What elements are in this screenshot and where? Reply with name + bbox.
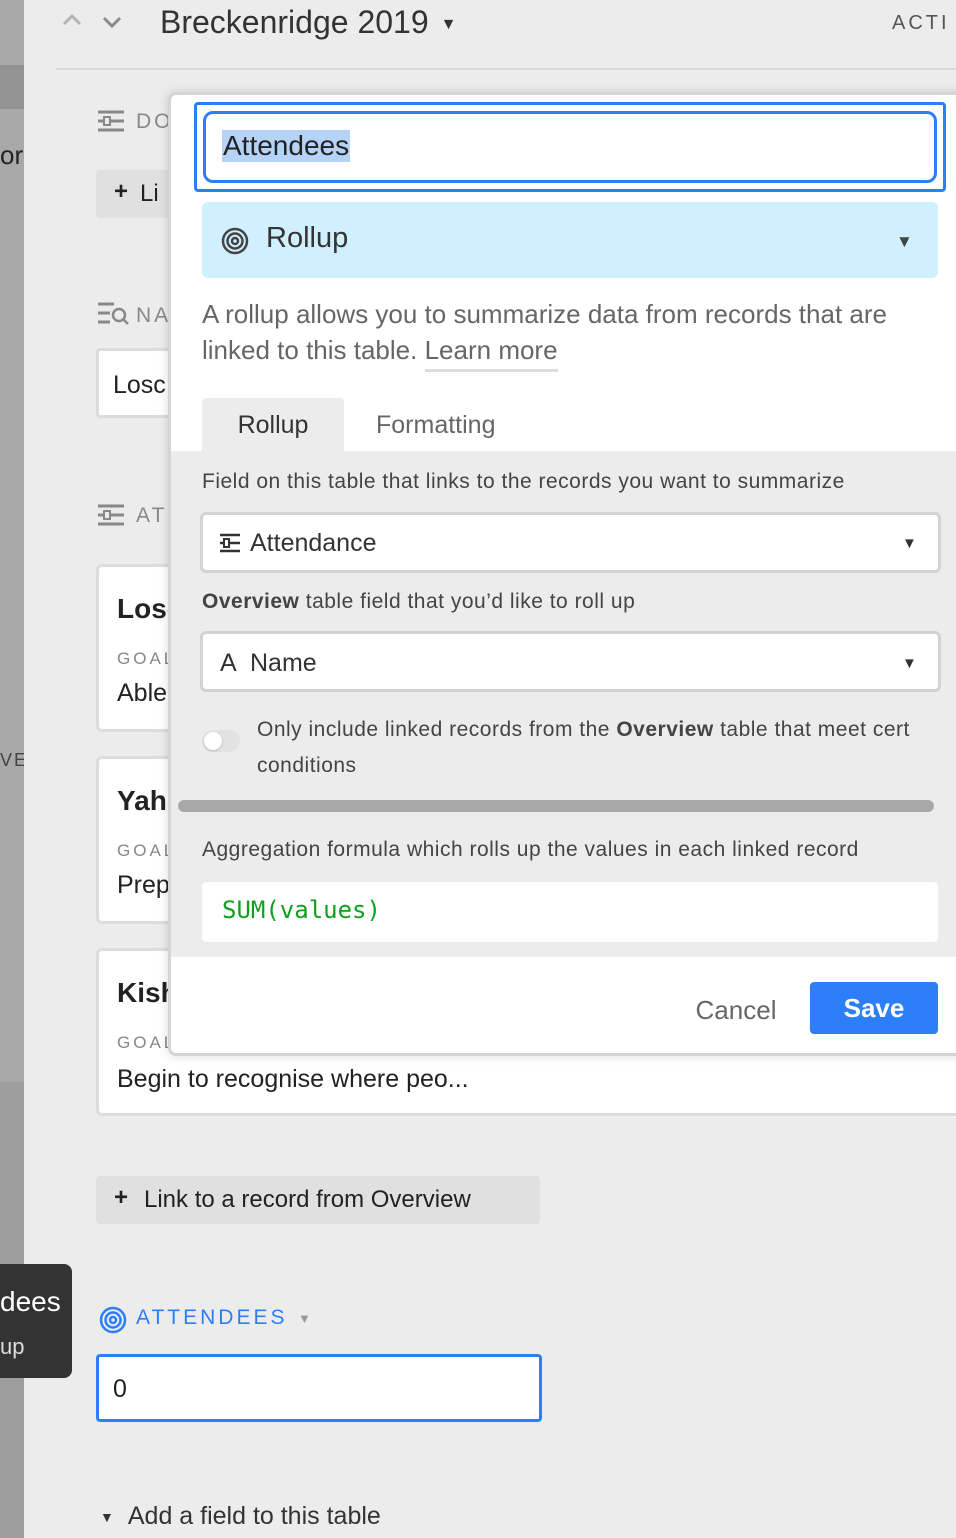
field-name-value: Attendees	[222, 130, 351, 162]
learn-more-link[interactable]: Learn more	[424, 335, 558, 372]
tooltip-title: dees	[0, 1286, 61, 1317]
record-title[interactable]: Breckenridge 2019 ▼	[160, 4, 456, 41]
chevron-down-icon[interactable]	[98, 8, 126, 43]
activity-tab[interactable]: ACTI	[892, 12, 950, 35]
caret-down-icon: ▼	[902, 535, 917, 552]
chevron-up-icon[interactable]	[58, 6, 86, 41]
link-record-button-label: Li	[140, 180, 159, 207]
cancel-button[interactable]: Cancel	[682, 986, 790, 1034]
rollup-field-label-rest: table field that you’d like to roll up	[299, 590, 636, 613]
text-field-icon: A	[220, 649, 237, 677]
plus-icon: +	[114, 178, 129, 205]
attendees-field-label[interactable]: ATTENDEES	[136, 1306, 287, 1330]
formula-text: SUM(values)	[222, 896, 381, 924]
rollup-icon	[220, 226, 250, 261]
condition-text-part: table that meet cert	[713, 718, 910, 741]
card-goal-value: Able	[117, 679, 168, 707]
link-field-value: Attendance	[250, 529, 377, 557]
field-tooltip: dees up	[0, 1264, 72, 1378]
plus-icon: +	[114, 1184, 129, 1211]
rollup-field-label: Overview table field that you’d like to …	[202, 590, 635, 614]
section-label-name: NA	[136, 304, 172, 327]
link-field-label: Field on this table that links to the re…	[202, 470, 845, 493]
caret-down-icon: ▼	[902, 655, 917, 672]
add-field-label: Add a field to this table	[127, 1502, 381, 1530]
horizontal-scrollbar[interactable]	[178, 800, 934, 812]
section-label-attendance: AT	[136, 504, 168, 527]
linked-record-icon	[96, 502, 126, 533]
header-divider	[56, 68, 956, 70]
rollup-field-value: Name	[250, 649, 317, 677]
background-band	[0, 65, 24, 109]
linked-record-icon	[218, 532, 242, 559]
save-button[interactable]: Save	[810, 982, 938, 1034]
condition-text-part: conditions	[257, 754, 357, 777]
linked-record-icon	[96, 108, 126, 139]
card-goal-value: Begin to recognise where peo...	[117, 1065, 469, 1093]
caret-down-icon: ▼	[100, 1509, 114, 1526]
tooltip-subtitle: up	[0, 1334, 25, 1359]
rollup-icon	[98, 1305, 128, 1340]
name-input-value: Losc	[113, 371, 166, 399]
condition-text: Only include linked records from the Ove…	[257, 712, 910, 784]
condition-toggle-knob	[204, 732, 222, 750]
condition-text-bold: Overview	[616, 718, 714, 741]
attendees-field-value[interactable]: 0	[96, 1354, 542, 1422]
aggregation-label: Aggregation formula which rolls up the v…	[202, 838, 859, 861]
condition-text-part: Only include linked records from the	[257, 718, 617, 741]
link-to-record-button[interactable]: + Link to a record from Overview	[96, 1176, 540, 1224]
add-field-button[interactable]: ▼ Add a field to this table	[100, 1502, 381, 1531]
field-type-label: Rollup	[266, 222, 349, 254]
background-text-fragment: or	[0, 140, 24, 170]
card-goal-value: Prep	[117, 871, 170, 899]
record-title-text: Breckenridge 2019	[160, 4, 429, 40]
tab-rollup[interactable]: Rollup	[202, 398, 344, 452]
caret-down-icon: ▼	[896, 232, 913, 251]
rollup-field-label-bold: Overview	[202, 590, 300, 613]
caret-down-icon[interactable]: ▼	[441, 16, 457, 33]
tab-formatting[interactable]: Formatting	[376, 398, 495, 452]
name-field-icon	[96, 300, 130, 333]
link-to-record-label: Link to a record from Overview	[144, 1186, 471, 1213]
caret-down-icon[interactable]: ▼	[298, 1311, 311, 1326]
link-record-button[interactable]: + Li	[96, 170, 176, 218]
card-title: Yah	[117, 785, 167, 816]
field-type-description: A rollup allows you to summarize data fr…	[202, 296, 932, 372]
attendees-value: 0	[113, 1375, 127, 1403]
